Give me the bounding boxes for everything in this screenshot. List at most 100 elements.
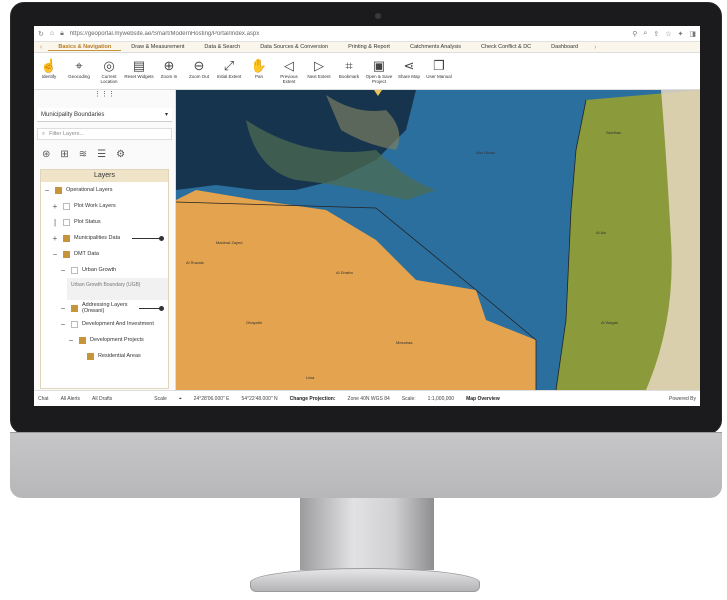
layer-label: Residential Areas bbox=[98, 353, 141, 359]
layer-checkbox[interactable] bbox=[63, 218, 70, 226]
expand-toggle-icon[interactable]: − bbox=[51, 250, 59, 259]
municipality-select[interactable]: Municipality Boundaries ▾ bbox=[37, 108, 172, 122]
tool-label: User Manual bbox=[426, 74, 452, 79]
settings-icon[interactable]: ⚙ bbox=[116, 149, 125, 160]
expand-toggle-icon[interactable]: | bbox=[51, 218, 59, 227]
initial-extent-button[interactable]: ⤢ Initial Extent bbox=[214, 57, 244, 79]
layer-checkbox[interactable] bbox=[79, 336, 86, 344]
previous-extent-button[interactable]: ◁ Previous Extent bbox=[274, 57, 304, 84]
filter-layers-input[interactable]: ⌕ Filter Layers... bbox=[37, 128, 172, 140]
map-view[interactable]: Abu Dhabi Al Dhafra Madinat Zayed Al Ruw… bbox=[176, 90, 700, 390]
tab-data-search[interactable]: Data & Search bbox=[194, 44, 250, 50]
layer-checkbox[interactable] bbox=[71, 266, 78, 274]
identify-button[interactable]: ☝ Identify bbox=[34, 57, 64, 79]
layer-checkbox[interactable] bbox=[71, 320, 78, 328]
projection-select[interactable]: Zone 40N WGS 84 bbox=[348, 396, 390, 402]
pan-button[interactable]: ✋ Pan bbox=[244, 57, 274, 79]
legend-icon[interactable]: ☰ bbox=[97, 149, 106, 160]
zoom-out-button[interactable]: ⊖ Zoom Out bbox=[184, 57, 214, 79]
home-icon[interactable]: ⌂ bbox=[50, 30, 54, 37]
opacity-slider[interactable] bbox=[132, 235, 164, 241]
reload-icon[interactable]: ↻ bbox=[38, 30, 44, 38]
layer-item[interactable]: − Development And Investment bbox=[41, 316, 168, 332]
share-icon[interactable]: ⇪ bbox=[653, 30, 659, 38]
share-map-button[interactable]: ⋖ Share Map bbox=[394, 57, 424, 79]
layer-item[interactable]: − Development Projects bbox=[41, 332, 168, 348]
layer-checkbox[interactable] bbox=[63, 202, 70, 210]
scale-prefix: Scale: bbox=[401, 395, 416, 402]
extension-icon[interactable]: ✦ bbox=[678, 30, 684, 38]
webcam-dot bbox=[375, 13, 381, 19]
sidebar-drag-handle-icon[interactable]: ⋮⋮⋮ bbox=[34, 90, 175, 100]
tabs-left-arrow-icon[interactable]: ‹ bbox=[34, 44, 48, 51]
urban-growth-boundary-item[interactable]: Urban Growth Boundary (UGB) bbox=[67, 278, 168, 300]
layer-item[interactable]: + Plot Work Layers bbox=[41, 198, 168, 214]
layer-item[interactable]: − Operational Layers bbox=[41, 182, 168, 198]
geocoding-button[interactable]: ⌖ Geocoding bbox=[64, 57, 94, 79]
basemap-icon[interactable]: ⊞ bbox=[60, 149, 68, 160]
expand-toggle-icon[interactable]: − bbox=[59, 304, 67, 313]
extent-icon: ⤢ bbox=[223, 58, 235, 73]
opacity-slider[interactable] bbox=[139, 305, 164, 311]
layer-checkbox[interactable] bbox=[63, 250, 70, 258]
map-canvas bbox=[176, 90, 700, 390]
layers-icon[interactable]: ≋ bbox=[79, 149, 87, 160]
map-label: Al Ruwais bbox=[186, 260, 204, 265]
map-label: Madinat Zayed bbox=[216, 240, 243, 245]
url-field[interactable]: https://geoportal.mywebsite.ae/Smart/Mod… bbox=[70, 31, 626, 37]
layer-item[interactable]: + Municipalities Data bbox=[41, 230, 168, 246]
layer-item[interactable]: | Plot Status bbox=[41, 214, 168, 230]
tabs-right-arrow-icon[interactable]: › bbox=[588, 44, 602, 51]
map-overview-toggle[interactable]: Map Overview bbox=[466, 396, 500, 402]
map-label: Mezairaa bbox=[396, 340, 413, 345]
tool-label: Initial Extent bbox=[216, 74, 242, 79]
sidebar-icon[interactable]: ◨ bbox=[689, 30, 696, 38]
chat-tab[interactable]: Chat bbox=[38, 396, 49, 402]
layer-item[interactable]: − DMT Data bbox=[41, 246, 168, 262]
location-pin-icon[interactable]: ⚲ bbox=[632, 30, 637, 38]
expand-toggle-icon[interactable]: + bbox=[51, 202, 59, 211]
reset-widgets-button[interactable]: ▤ Reset Widgets bbox=[124, 57, 154, 79]
layer-item[interactable]: Residential Areas bbox=[41, 348, 168, 364]
expand-toggle-icon[interactable]: − bbox=[59, 266, 67, 275]
layer-label: DMT Data bbox=[74, 251, 99, 257]
star-icon[interactable]: ☆ bbox=[665, 30, 671, 38]
open-save-project-button[interactable]: ▣ Open & Save Project bbox=[364, 57, 394, 84]
expand-toggle-icon[interactable]: + bbox=[51, 234, 59, 243]
layer-label: Development And Investment bbox=[82, 321, 154, 327]
layer-checkbox[interactable] bbox=[63, 234, 70, 242]
expand-toggle-icon[interactable]: − bbox=[59, 320, 67, 329]
expand-toggle-icon[interactable]: − bbox=[43, 186, 51, 195]
scale-select[interactable]: 1:1,000,000 bbox=[428, 396, 454, 402]
expand-toggle-icon[interactable]: − bbox=[67, 336, 75, 345]
drafts-tab[interactable]: All Drafts bbox=[92, 396, 112, 402]
tab-dashboard[interactable]: Dashboard bbox=[541, 44, 588, 50]
map-label: Al Ain bbox=[596, 230, 607, 235]
layer-item[interactable]: − Addressing Layers (Onwani) bbox=[41, 300, 168, 316]
gps-icon[interactable]: ⌖ bbox=[179, 396, 182, 402]
layer-item[interactable]: − Urban Growth bbox=[41, 262, 168, 278]
alerts-tab[interactable]: All Alerts bbox=[61, 396, 80, 402]
user-manual-button[interactable]: ❐ User Manual bbox=[424, 57, 454, 79]
layer-checkbox[interactable] bbox=[87, 352, 94, 360]
layer-tree-continued: − Addressing Layers (Onwani) − Development … bbox=[41, 300, 168, 364]
search-icon[interactable]: ⌕ bbox=[643, 30, 647, 38]
map-label: Al Dhafra bbox=[336, 270, 353, 275]
tab-printing-report[interactable]: Printing & Report bbox=[338, 44, 400, 50]
zoom-in-button[interactable]: ⊕ Zoom In bbox=[154, 57, 184, 79]
zoom-out-icon: ⊖ bbox=[193, 58, 205, 73]
tab-basics-navigation[interactable]: Basics & Navigation bbox=[48, 44, 122, 51]
next-extent-button[interactable]: ▷ Next Extent bbox=[304, 57, 334, 79]
layers-sidebar: ⋮⋮⋮ Municipality Boundaries ▾ ⌕ Filter L… bbox=[34, 90, 176, 390]
map-label: Liwa bbox=[306, 375, 315, 380]
tool-label: Reset Widgets bbox=[124, 74, 154, 79]
tab-data-sources[interactable]: Data Sources & Conversion bbox=[250, 44, 338, 50]
tab-check-conflict[interactable]: Check Conflict & DC bbox=[471, 44, 541, 50]
layer-checkbox[interactable] bbox=[55, 186, 62, 194]
globe-icon[interactable]: ⊛ bbox=[42, 149, 50, 160]
tab-catchments[interactable]: Catchments Analysis bbox=[400, 44, 471, 50]
tab-draw-measurement[interactable]: Draw & Measurement bbox=[121, 44, 194, 50]
layer-checkbox[interactable] bbox=[71, 304, 78, 312]
bookmark-button[interactable]: ⌗ Bookmark bbox=[334, 57, 364, 79]
current-location-button[interactable]: ◎ Current Location bbox=[94, 57, 124, 84]
